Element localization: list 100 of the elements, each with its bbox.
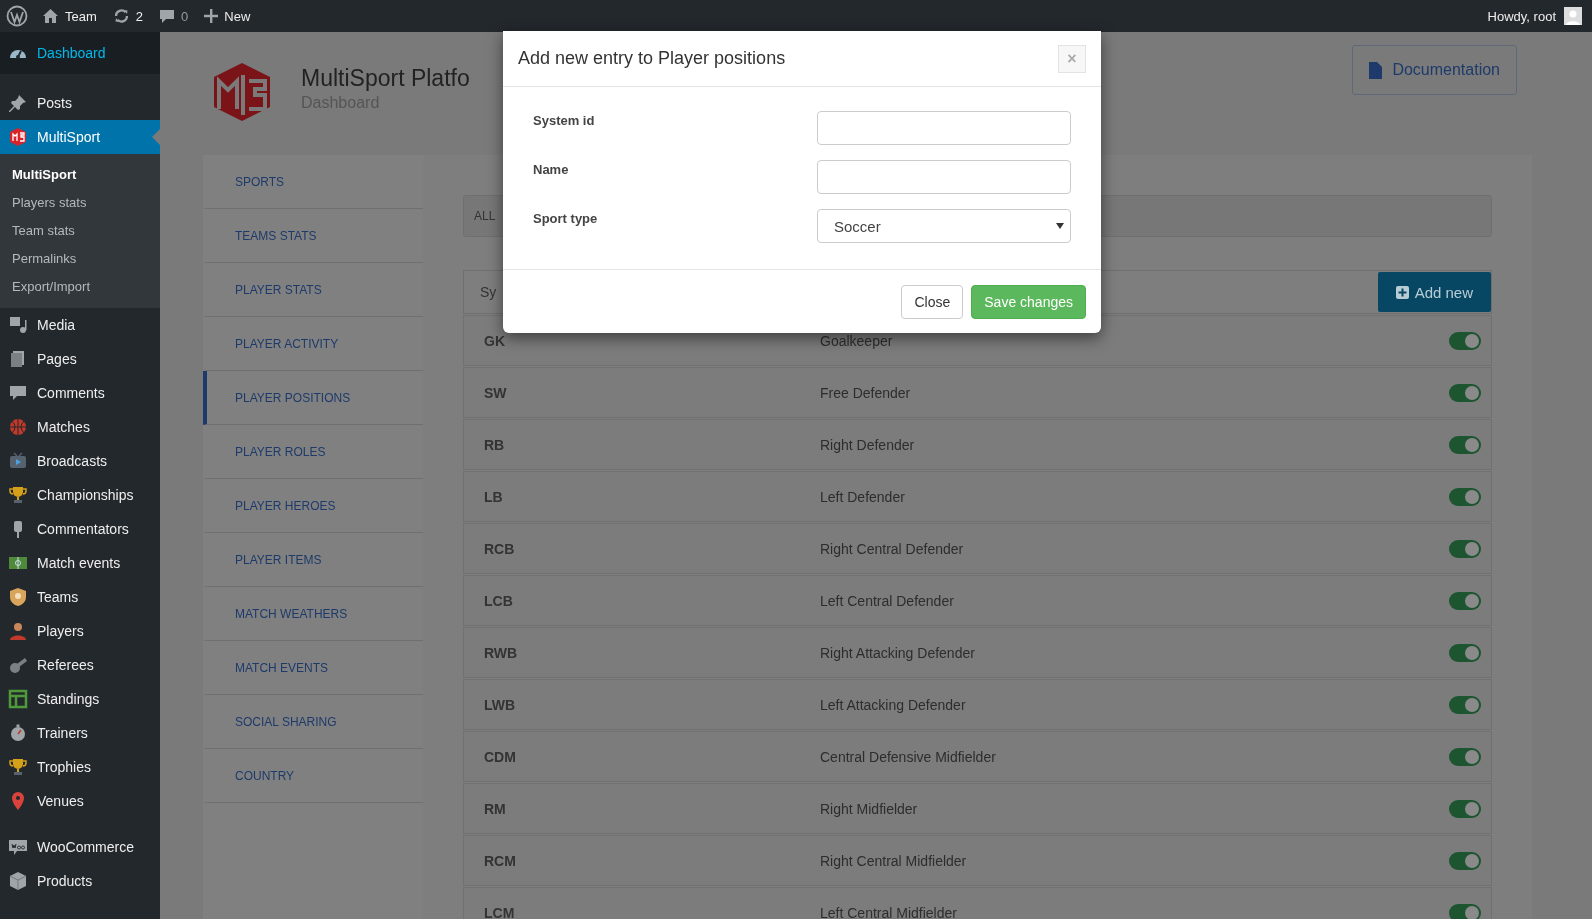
- submenu-item[interactable]: Export/Import: [0, 272, 160, 300]
- text-input-field[interactable]: [817, 111, 1071, 145]
- sidebar-menu-item[interactable]: Broadcasts: [0, 444, 160, 478]
- sidebar-menu-item[interactable]: MultiSport: [0, 120, 160, 154]
- position-name: Left Attacking Defender: [820, 696, 967, 713]
- toggle-switch[interactable]: [1449, 591, 1481, 610]
- field-label: System id: [533, 113, 595, 128]
- logo-icon: [8, 127, 28, 147]
- position-code: RM: [484, 800, 507, 817]
- updates-count[interactable]: 2: [135, 8, 144, 24]
- speech-bubble-icon: [8, 837, 28, 857]
- comment-icon[interactable]: [159, 8, 176, 24]
- dialog-title: Add new entry to Player positions: [518, 48, 786, 69]
- comments-count[interactable]: 0: [181, 8, 189, 24]
- position-code: RWB: [484, 644, 519, 661]
- sidebar-menu-item[interactable]: Posts: [0, 86, 160, 120]
- position-code: RB: [484, 436, 506, 453]
- field-label: Name: [533, 162, 569, 177]
- sidebar-menu-item[interactable]: Media: [0, 308, 160, 342]
- submenu-item[interactable]: Team stats: [0, 216, 160, 244]
- position-code: LB: [484, 488, 504, 505]
- sidebar-menu-item[interactable]: Trophies: [0, 750, 160, 784]
- text-input-field[interactable]: [817, 160, 1071, 194]
- toggle-switch[interactable]: [1449, 487, 1481, 506]
- sidebar-menu-item[interactable]: Teams: [0, 580, 160, 614]
- caret-icon: [1056, 223, 1064, 229]
- position-name: Goalkeeper: [820, 332, 894, 349]
- submenu-item[interactable]: Players stats: [0, 188, 160, 216]
- position-code: RCM: [484, 852, 517, 869]
- submenu-item[interactable]: MultiSport: [0, 160, 160, 188]
- position-code: SW: [484, 384, 508, 401]
- person-icon: [8, 621, 28, 641]
- toggle-switch[interactable]: [1449, 695, 1481, 714]
- plus-square-icon: [1395, 285, 1409, 299]
- speech-bubble-icon: [8, 383, 28, 403]
- stopwatch-icon: [8, 723, 28, 743]
- add-new-button[interactable]: Add new: [1377, 272, 1491, 312]
- sidebar-menu-item[interactable]: Championships: [0, 478, 160, 512]
- sidebar-menu-item[interactable]: WooCommerce: [0, 830, 160, 864]
- position-name: Right Central Midfielder: [820, 852, 968, 869]
- sidebar-menu-item[interactable]: Dashboard: [0, 32, 160, 74]
- sidebar-menu-item[interactable]: Matches: [0, 410, 160, 444]
- sidebar-menu-item[interactable]: Venues: [0, 784, 160, 818]
- toggle-switch[interactable]: [1449, 747, 1481, 766]
- sidebar-menu-item[interactable]: Trainers: [0, 716, 160, 750]
- media-icon: [8, 315, 28, 335]
- refresh-icon[interactable]: [112, 8, 130, 24]
- position-name: Right Attacking Defender: [820, 644, 976, 661]
- toggle-switch[interactable]: [1449, 383, 1481, 402]
- ball-icon: [8, 417, 28, 437]
- sidebar-menu-item[interactable]: Commentators: [0, 512, 160, 546]
- document-icon: [1369, 61, 1383, 79]
- new-link[interactable]: New: [224, 8, 251, 24]
- toggle-switch[interactable]: [1449, 799, 1481, 818]
- position-name: Left Central Defender: [820, 592, 955, 609]
- box-icon: [8, 871, 28, 891]
- site-name-link[interactable]: Team: [65, 8, 97, 24]
- sidebar-menu-item[interactable]: Players: [0, 614, 160, 648]
- column-header: Sy: [480, 284, 497, 300]
- sidebar-menu-item[interactable]: Match events: [0, 546, 160, 580]
- submenu-item[interactable]: Permalinks: [0, 244, 160, 272]
- plus-icon[interactable]: [204, 9, 219, 23]
- position-name: Right Defender: [820, 436, 916, 453]
- position-name: Central Defensive Midfielder: [820, 748, 997, 765]
- avatar-icon[interactable]: [1564, 7, 1582, 25]
- toggle-switch[interactable]: [1449, 539, 1481, 558]
- position-name: Right Midfielder: [820, 800, 919, 817]
- sidebar-menu-item[interactable]: Standings: [0, 682, 160, 716]
- position-code: LCB: [484, 592, 514, 609]
- sidebar-menu-item[interactable]: Products: [0, 864, 160, 898]
- sidebar-menu-item[interactable]: Pages: [0, 342, 160, 376]
- wordpress-logo-icon[interactable]: [6, 5, 28, 27]
- field-label: Sport type: [533, 211, 598, 226]
- shield-icon: [8, 587, 28, 607]
- greeting-text[interactable]: Howdy, root: [1487, 8, 1556, 24]
- toggle-switch[interactable]: [1449, 903, 1481, 919]
- tv-icon: [8, 451, 28, 471]
- position-name: Left Defender: [820, 488, 906, 505]
- sidebar-menu-item[interactable]: Comments: [0, 376, 160, 410]
- logo-icon: [211, 61, 273, 123]
- position-name: Right Central Defender: [820, 540, 965, 557]
- toggle-switch[interactable]: [1449, 643, 1481, 662]
- toggle-switch[interactable]: [1449, 851, 1481, 870]
- close-button[interactable]: Close: [901, 285, 964, 319]
- home-icon[interactable]: [42, 8, 59, 24]
- position-code: RCB: [484, 540, 516, 557]
- trophy-icon: [8, 485, 28, 505]
- trophy-icon: [8, 757, 28, 777]
- sport-type-dropdown[interactable]: Soccer: [817, 209, 1071, 243]
- position-code: GK: [484, 332, 506, 349]
- toggle-switch[interactable]: [1449, 331, 1481, 350]
- position-code: LCM: [484, 904, 516, 919]
- grid-icon: [8, 689, 28, 709]
- toggle-switch[interactable]: [1449, 435, 1481, 454]
- page-title: MultiSport Platfo: [301, 65, 470, 92]
- position-name: Free Defender: [820, 384, 912, 401]
- position-code: CDM: [484, 748, 517, 765]
- position-code: LWB: [484, 696, 517, 713]
- pushpin-icon: [8, 93, 28, 113]
- sidebar-menu-item[interactable]: Referees: [0, 648, 160, 682]
